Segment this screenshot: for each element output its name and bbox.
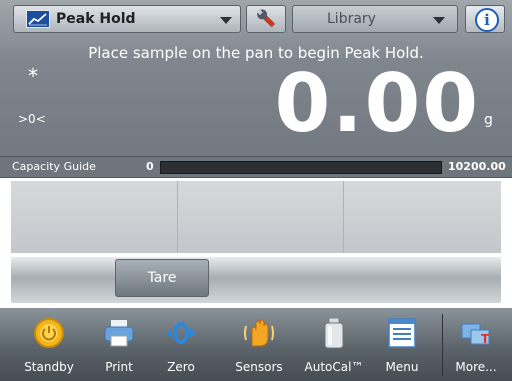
standby-icon (32, 316, 66, 350)
chevron-down-icon (220, 17, 232, 24)
more-icon: T (459, 316, 493, 350)
capacity-guide: Capacity Guide 0 10200.00 (0, 156, 512, 178)
info-icon: i (475, 8, 499, 32)
info-panel (11, 181, 501, 253)
bottom-navigation: Standby Print Zero Sensors AutoCal™ Menu… (0, 308, 512, 381)
menu-icon (385, 316, 419, 350)
application-name: Peak Hold (56, 11, 136, 27)
calibration-weight-icon (317, 316, 351, 350)
tare-button[interactable]: Tare (115, 259, 209, 297)
line-graph-icon (26, 10, 50, 28)
action-bar (11, 257, 501, 303)
center-zero-indicator: >0< (18, 112, 46, 126)
nav-label: Sensors (235, 360, 283, 374)
nav-label: Zero (167, 360, 195, 374)
nav-divider (442, 314, 443, 376)
nav-label: Print (105, 360, 133, 374)
capacity-max: 10200.00 (448, 160, 506, 173)
capacity-guide-label: Capacity Guide (12, 160, 96, 173)
weight-readout: 0.00 (274, 57, 480, 150)
info-field-3 (344, 181, 501, 253)
library-label: Library (327, 11, 376, 27)
menu-button[interactable]: Menu (368, 308, 436, 381)
autocal-button[interactable]: AutoCal™ (296, 308, 372, 381)
weight-unit: g (484, 112, 493, 128)
weighing-display: Peak Hold Library i Place sample on the … (0, 0, 512, 156)
chevron-down-icon (433, 17, 445, 24)
standby-button[interactable]: Standby (10, 308, 88, 381)
info-field-1 (11, 181, 178, 253)
balance-screen: Peak Hold Library i Place sample on the … (0, 0, 512, 381)
sensors-button[interactable]: Sensors (224, 308, 294, 381)
print-button[interactable]: Print (88, 308, 150, 381)
nav-label: Standby (24, 360, 74, 374)
stability-indicator: * (28, 64, 38, 88)
application-dropdown[interactable]: Peak Hold (13, 5, 241, 33)
zero-button[interactable]: Zero (150, 308, 212, 381)
info-field-2 (178, 181, 344, 253)
printer-icon (102, 316, 136, 350)
info-button[interactable]: i (465, 5, 505, 33)
hand-sensor-icon (242, 316, 276, 350)
nav-label: AutoCal™ (304, 360, 364, 374)
nav-label: Menu (385, 360, 419, 374)
more-button[interactable]: T More... (444, 308, 508, 381)
settings-button[interactable] (246, 5, 286, 33)
capacity-min: 0 (146, 160, 154, 173)
library-dropdown[interactable]: Library (292, 5, 458, 33)
svg-text:T: T (481, 332, 490, 346)
zero-icon (164, 316, 198, 350)
capacity-bar (160, 161, 442, 174)
nav-label: More... (455, 360, 497, 374)
